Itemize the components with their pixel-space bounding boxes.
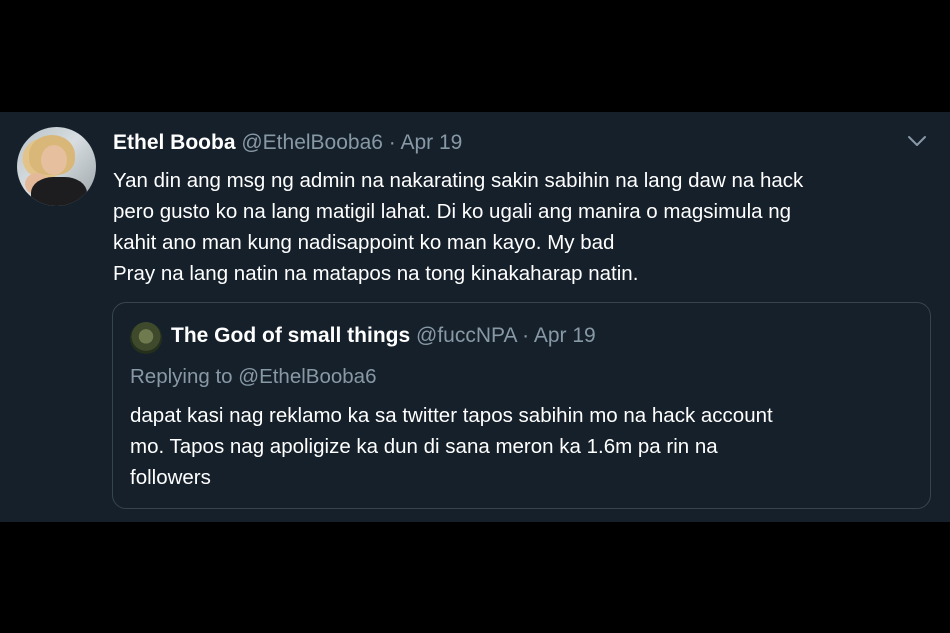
quoted-author-avatar — [130, 322, 162, 354]
tweet-text-line: pero gusto ko na lang matigil lahat. Di … — [113, 200, 792, 223]
tweet-text: Yan din ang msg ng admin na nakarating s… — [113, 165, 933, 289]
quoted-author-name: The God of small things — [171, 324, 411, 347]
quoted-tweet[interactable]: The God of small things @fuccNPA · Apr 1… — [112, 302, 931, 509]
author-avatar[interactable] — [17, 127, 96, 206]
avatar-face — [41, 145, 67, 175]
quoted-tweet-date: Apr 19 — [533, 324, 596, 347]
quoted-header-separator: · — [522, 324, 530, 347]
author-handle[interactable]: @EthelBooba6 — [241, 131, 383, 154]
quoted-author-handle: @fuccNPA — [416, 324, 517, 347]
tweet-date[interactable]: Apr 19 — [400, 131, 462, 154]
quoted-text-line: mo. Tapos nag apoligize ka dun di sana m… — [130, 435, 718, 458]
tweet-text-line: Yan din ang msg ng admin na nakarating s… — [113, 169, 804, 192]
chevron-down-icon[interactable] — [905, 131, 929, 151]
author-name[interactable]: Ethel Booba — [113, 131, 236, 154]
tweet-card[interactable]: Ethel Booba @EthelBooba6 · Apr 19 Yan di… — [0, 112, 950, 522]
quoted-text-line: followers — [130, 466, 211, 489]
tweet-text-line: Pray na lang natin na matapos na tong ki… — [113, 262, 639, 285]
letterbox-frame: Ethel Booba @EthelBooba6 · Apr 19 Yan di… — [0, 0, 950, 633]
quoted-tweet-header: The God of small things @fuccNPA · Apr 1… — [171, 324, 596, 348]
quoted-text-line: dapat kasi nag reklamo ka sa twitter tap… — [130, 404, 773, 427]
header-separator: · — [388, 131, 396, 154]
replying-to-label: Replying to @EthelBooba6 — [130, 365, 377, 388]
avatar-shirt — [31, 177, 87, 206]
tweet-header: Ethel Booba @EthelBooba6 · Apr 19 — [113, 131, 462, 159]
tweet-text-line: kahit ano man kung nadisappoint ko man k… — [113, 231, 615, 254]
quoted-tweet-text: dapat kasi nag reklamo ka sa twitter tap… — [130, 400, 910, 493]
